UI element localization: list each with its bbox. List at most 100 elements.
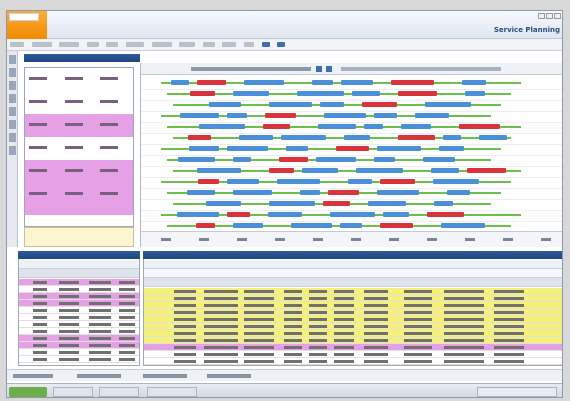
taskbar-item[interactable] xyxy=(99,387,139,397)
task-block[interactable] xyxy=(439,146,464,151)
conflict-block[interactable] xyxy=(323,201,350,206)
task-block[interactable] xyxy=(291,223,332,228)
conflict-block[interactable] xyxy=(269,168,294,173)
task-block[interactable] xyxy=(431,168,459,173)
conflict-block[interactable] xyxy=(398,91,437,96)
table-row[interactable] xyxy=(19,349,139,356)
task-block[interactable] xyxy=(227,113,247,118)
taskbar-item[interactable] xyxy=(147,387,197,397)
table-row[interactable] xyxy=(19,356,139,363)
task-block[interactable] xyxy=(423,157,455,162)
conflict-block[interactable] xyxy=(188,135,211,140)
tool-icon[interactable] xyxy=(9,81,16,90)
toolbar-controls[interactable] xyxy=(341,67,501,71)
task-block[interactable] xyxy=(330,212,375,217)
task-block[interactable] xyxy=(209,102,241,107)
table-row[interactable] xyxy=(19,342,139,349)
task-block[interactable] xyxy=(233,223,263,228)
conflict-block[interactable] xyxy=(380,179,415,184)
task-block[interactable] xyxy=(189,146,219,151)
conflict-block[interactable] xyxy=(263,124,290,129)
task-block[interactable] xyxy=(377,146,421,151)
task-block[interactable] xyxy=(233,157,251,162)
menu-item[interactable] xyxy=(243,42,254,47)
conflict-block[interactable] xyxy=(328,190,359,195)
conflict-block[interactable] xyxy=(391,80,434,85)
conflict-block[interactable] xyxy=(197,80,226,85)
conflict-block[interactable] xyxy=(196,223,215,228)
task-block[interactable] xyxy=(281,135,326,140)
tool-icon[interactable] xyxy=(9,68,16,77)
table-filter-row[interactable] xyxy=(144,269,562,278)
task-block[interactable] xyxy=(383,212,409,217)
task-block[interactable] xyxy=(269,102,312,107)
toolbar-icon[interactable] xyxy=(277,42,286,47)
task-block[interactable] xyxy=(227,179,259,184)
task-block[interactable] xyxy=(324,113,366,118)
task-block[interactable] xyxy=(425,102,471,107)
task-block[interactable] xyxy=(443,135,461,140)
task-block[interactable] xyxy=(434,201,453,206)
filter-icon[interactable] xyxy=(326,66,332,72)
task-block[interactable] xyxy=(352,91,380,96)
task-block[interactable] xyxy=(462,80,486,85)
menu-item[interactable] xyxy=(106,42,119,47)
table-row[interactable] xyxy=(144,330,562,337)
conflict-block[interactable] xyxy=(398,135,435,140)
table-row[interactable] xyxy=(19,328,139,335)
table-row[interactable] xyxy=(19,307,139,314)
zoom-icon[interactable] xyxy=(316,66,322,72)
maximize-icon[interactable] xyxy=(546,13,553,19)
toolbar-icon[interactable] xyxy=(261,42,270,47)
task-block[interactable] xyxy=(415,113,449,118)
conflict-block[interactable] xyxy=(362,102,397,107)
task-block[interactable] xyxy=(377,190,419,195)
task-block[interactable] xyxy=(356,168,403,173)
task-block[interactable] xyxy=(227,146,268,151)
table-row[interactable] xyxy=(144,323,562,330)
taskbar-item[interactable] xyxy=(53,387,93,397)
menu-item[interactable] xyxy=(59,42,80,47)
task-block[interactable] xyxy=(268,212,302,217)
table-row[interactable] xyxy=(144,316,562,323)
table-row[interactable] xyxy=(144,358,562,365)
task-block[interactable] xyxy=(344,135,370,140)
task-block[interactable] xyxy=(447,190,470,195)
task-block[interactable] xyxy=(177,212,219,217)
table-row[interactable] xyxy=(144,302,562,309)
menu-item[interactable] xyxy=(202,42,215,47)
conflict-block[interactable] xyxy=(380,223,413,228)
menu-item[interactable] xyxy=(125,42,144,47)
task-block[interactable] xyxy=(316,157,356,162)
conflict-block[interactable] xyxy=(227,212,250,217)
task-block[interactable] xyxy=(433,179,479,184)
table-row[interactable] xyxy=(19,300,139,307)
task-block[interactable] xyxy=(233,190,272,195)
menu-item[interactable] xyxy=(222,42,237,47)
task-block[interactable] xyxy=(441,223,485,228)
task-block[interactable] xyxy=(187,190,215,195)
task-block[interactable] xyxy=(244,80,284,85)
task-block[interactable] xyxy=(401,124,431,129)
tool-icon[interactable] xyxy=(9,107,16,116)
conflict-block[interactable] xyxy=(459,124,500,129)
tool-icon[interactable] xyxy=(9,146,16,155)
task-block[interactable] xyxy=(300,190,320,195)
menu-item[interactable] xyxy=(86,42,99,47)
table-row[interactable] xyxy=(19,293,139,300)
table-row[interactable] xyxy=(144,288,562,295)
task-block[interactable] xyxy=(374,157,395,162)
table-row[interactable] xyxy=(144,351,562,358)
task-block[interactable] xyxy=(180,113,219,118)
conflict-block[interactable] xyxy=(427,212,464,217)
task-block[interactable] xyxy=(199,124,245,129)
table-row[interactable] xyxy=(144,337,562,344)
table-row[interactable] xyxy=(19,279,139,286)
task-block[interactable] xyxy=(297,91,344,96)
task-block[interactable] xyxy=(318,124,356,129)
table-row[interactable] xyxy=(144,344,562,351)
close-icon[interactable] xyxy=(554,13,561,19)
conflict-block[interactable] xyxy=(198,179,219,184)
task-block[interactable] xyxy=(340,223,362,228)
task-block[interactable] xyxy=(465,91,485,96)
